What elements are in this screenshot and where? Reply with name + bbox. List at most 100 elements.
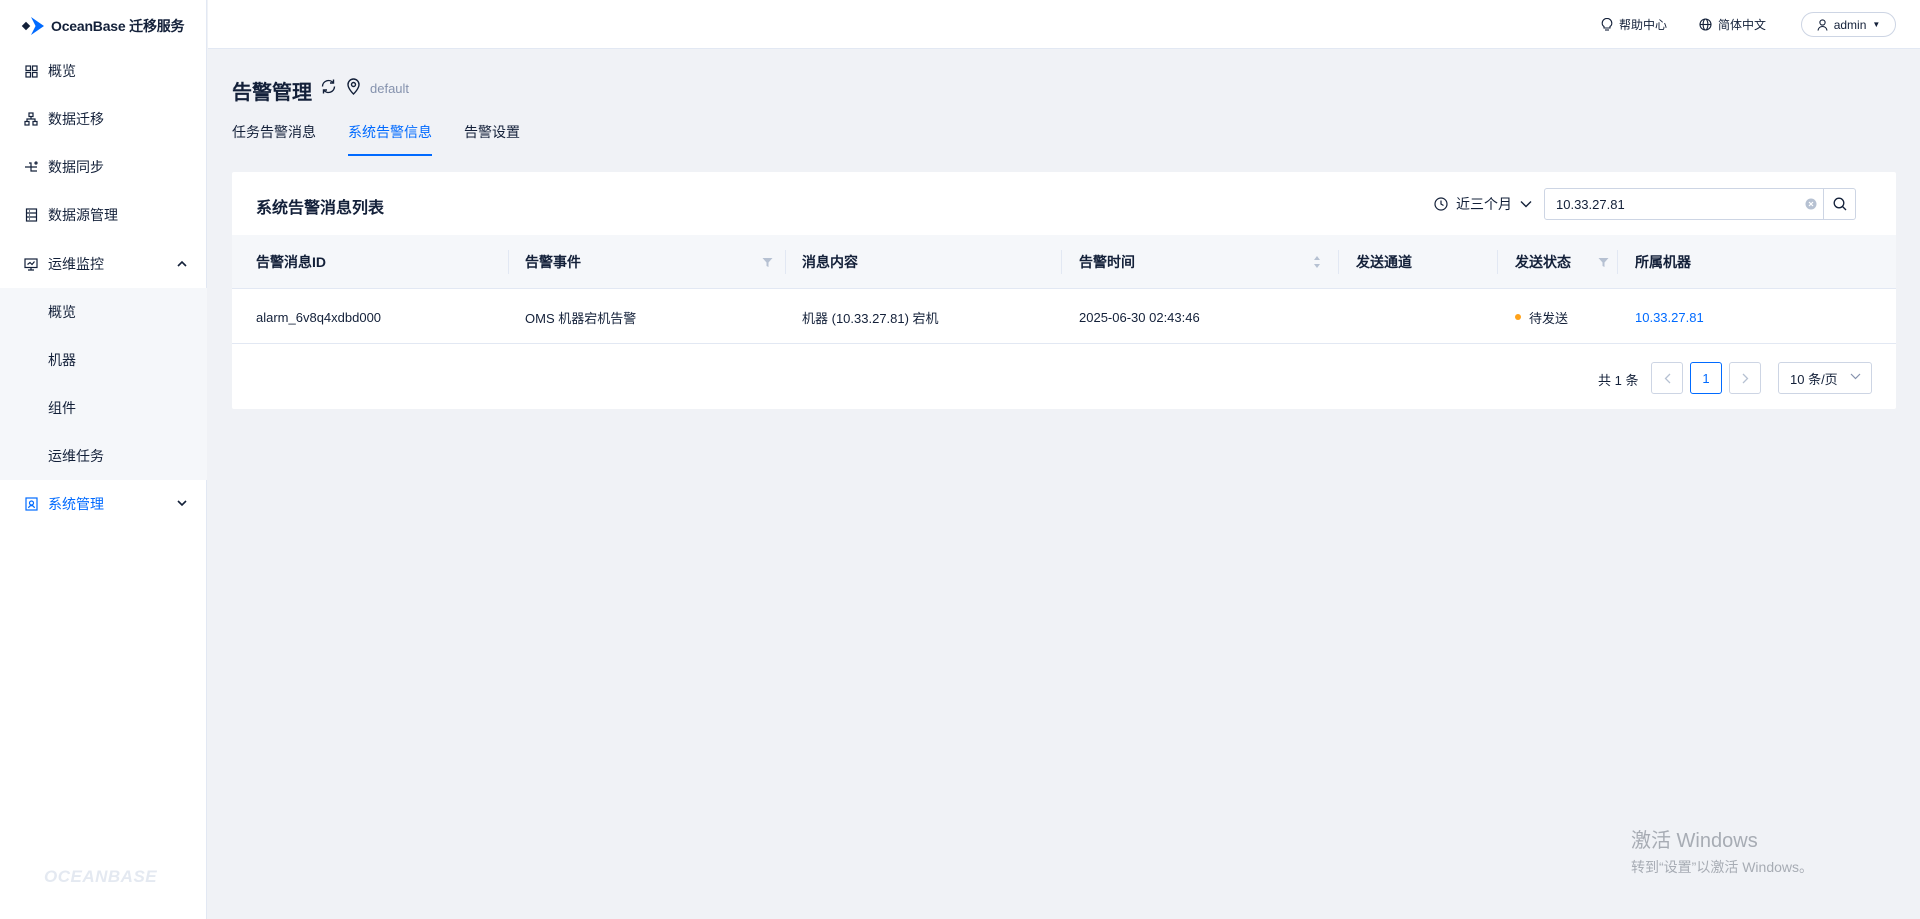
status-dot <box>1515 314 1521 320</box>
sidebar-subitem-label: 组件 <box>48 400 76 416</box>
tab-alarm-settings[interactable]: 告警设置 <box>464 122 520 156</box>
chevron-up-icon <box>177 258 187 270</box>
watermark-line-2: 转到“设置”以激活 Windows。 <box>1631 859 1814 875</box>
sidebar-item-data-migration[interactable]: 数据迁移 <box>0 95 207 143</box>
page-title: 告警管理 <box>232 82 312 104</box>
sidebar: OceanBase 迁移服务 概览 数据迁移 数据同步 数据源管理 运维监控 概… <box>0 0 207 919</box>
lightbulb-icon <box>1601 18 1613 31</box>
sidebar-subitem-label: 概览 <box>48 304 76 320</box>
sync-branch-icon <box>24 160 38 174</box>
refresh-icon[interactable] <box>320 78 337 100</box>
column-divider <box>508 250 509 274</box>
machine-link[interactable]: 10.33.27.81 <box>1635 290 1704 344</box>
card-title: 系统告警消息列表 <box>256 200 385 217</box>
globe-icon <box>1699 18 1712 31</box>
sidebar-item-datasource[interactable]: 数据源管理 <box>0 191 207 239</box>
language-label: 简体中文 <box>1718 18 1767 32</box>
tabs: 任务告警消息 系统告警信息 告警设置 <box>232 122 552 156</box>
pagination: 共 1 条 1 10 条/页 <box>232 362 1896 394</box>
column-header-status: 发送状态 <box>1515 254 1571 270</box>
sidebar-subitem-overview[interactable]: 概览 <box>0 288 207 336</box>
windows-activation-watermark: 激活 Windows 转到“设置”以激活 Windows。 <box>1631 824 1813 877</box>
page-size-select[interactable]: 10 条/页 <box>1778 362 1872 394</box>
oceanbase-logo-icon <box>21 14 47 38</box>
column-divider <box>1617 250 1618 274</box>
sidebar-subitem-component[interactable]: 组件 <box>0 384 207 432</box>
column-divider <box>1338 250 1339 274</box>
time-range-label: 近三个月 <box>1456 196 1512 212</box>
sidebar-item-label: 概览 <box>48 63 76 79</box>
sidebar-item-label: 数据同步 <box>48 159 104 175</box>
cell-alarm-event: OMS 机器宕机告警 <box>525 310 637 326</box>
help-center-label: 帮助中心 <box>1619 18 1668 32</box>
sidebar-item-overview[interactable]: 概览 <box>0 47 207 95</box>
oceanbase-watermark: OCEANBASE <box>44 867 158 886</box>
caret-down-icon: ▼ <box>1872 20 1881 29</box>
watermark-line-1: 激活 Windows <box>1631 830 1758 852</box>
sidebar-item-label: 系统管理 <box>48 496 104 512</box>
hierarchy-icon <box>24 112 38 126</box>
chevron-left-icon <box>1664 373 1670 383</box>
sort-icon[interactable] <box>1313 255 1321 274</box>
tab-task-alarm[interactable]: 任务告警消息 <box>232 122 316 156</box>
clock-icon <box>1434 197 1448 211</box>
time-range-dropdown[interactable]: 近三个月 <box>1434 194 1532 214</box>
column-divider <box>1497 250 1498 274</box>
chevron-down-icon <box>177 498 187 510</box>
column-header-channel: 发送通道 <box>1356 254 1412 270</box>
sidebar-subitem-ops-task[interactable]: 运维任务 <box>0 432 207 480</box>
sidebar-item-label: 数据源管理 <box>48 207 118 223</box>
column-divider <box>785 250 786 274</box>
chevron-down-icon <box>1520 200 1532 208</box>
column-divider <box>1061 250 1062 274</box>
logo-text: OceanBase 迁移服务 <box>51 18 185 34</box>
sidebar-item-label: 数据迁移 <box>48 111 104 127</box>
location-pin-icon <box>346 78 361 100</box>
page-size-label: 10 条/页 <box>1790 371 1838 387</box>
database-icon <box>24 208 38 222</box>
search-box <box>1544 188 1856 220</box>
clear-icon[interactable] <box>1799 189 1823 219</box>
sidebar-item-system-management[interactable]: 系统管理 <box>0 480 207 528</box>
user-menu-button[interactable]: admin ▼ <box>1801 12 1896 37</box>
total-count: 共 1 条 <box>1598 373 1639 388</box>
filter-icon[interactable] <box>1598 255 1609 273</box>
search-button[interactable] <box>1823 189 1855 219</box>
sidebar-item-ops-monitor[interactable]: 运维监控 <box>0 240 207 288</box>
grid-icon <box>24 64 38 78</box>
cell-alarm-time: 2025-06-30 02:43:46 <box>1079 309 1200 325</box>
cell-message-content: 机器 (10.33.27.81) 宕机 <box>802 310 939 326</box>
cell-alarm-id: alarm_6v8q4xdbd000 <box>256 309 382 325</box>
next-page-button[interactable] <box>1729 362 1761 394</box>
filter-icon[interactable] <box>762 255 773 273</box>
monitor-icon <box>24 257 38 271</box>
column-header-content: 消息内容 <box>802 254 858 270</box>
table-row: alarm_6v8q4xdbd000 OMS 机器宕机告警 机器 (10.33.… <box>232 290 1896 344</box>
chevron-down-icon <box>1850 373 1861 380</box>
tab-system-alarm[interactable]: 系统告警信息 <box>348 122 432 156</box>
user-icon <box>1817 18 1828 31</box>
sidebar-item-data-sync[interactable]: 数据同步 <box>0 143 207 191</box>
chevron-right-icon <box>1742 373 1748 383</box>
sidebar-subitem-label: 运维任务 <box>48 448 104 464</box>
prev-page-button[interactable] <box>1651 362 1683 394</box>
status-text: 待发送 <box>1529 310 1569 326</box>
search-icon <box>1833 197 1847 211</box>
page-1-button[interactable]: 1 <box>1690 362 1722 394</box>
environment-label: default <box>370 81 410 96</box>
cell-send-status: 待发送 <box>1515 290 1568 344</box>
table-header: 告警消息ID 告警事件 消息内容 告警时间 发送通道 发送状态 所属机器 <box>232 235 1896 289</box>
help-center-link[interactable]: 帮助中心 <box>1601 16 1667 33</box>
search-input[interactable] <box>1545 189 1799 219</box>
sidebar-item-label: 运维监控 <box>48 256 104 272</box>
column-header-id: 告警消息ID <box>256 254 326 270</box>
ops-monitor-submenu: 概览 机器 组件 运维任务 <box>0 288 207 480</box>
column-header-time: 告警时间 <box>1079 254 1135 270</box>
app-logo[interactable]: OceanBase 迁移服务 <box>21 14 185 38</box>
alarm-list-card: 系统告警消息列表 近三个月 告警消息ID 告警事件 消息内容 告警时间 <box>232 172 1896 409</box>
language-switcher[interactable]: 简体中文 <box>1699 16 1766 33</box>
sidebar-subitem-machine[interactable]: 机器 <box>0 336 207 384</box>
system-icon <box>24 497 38 511</box>
column-header-event: 告警事件 <box>525 254 581 270</box>
sidebar-subitem-label: 机器 <box>48 352 76 368</box>
